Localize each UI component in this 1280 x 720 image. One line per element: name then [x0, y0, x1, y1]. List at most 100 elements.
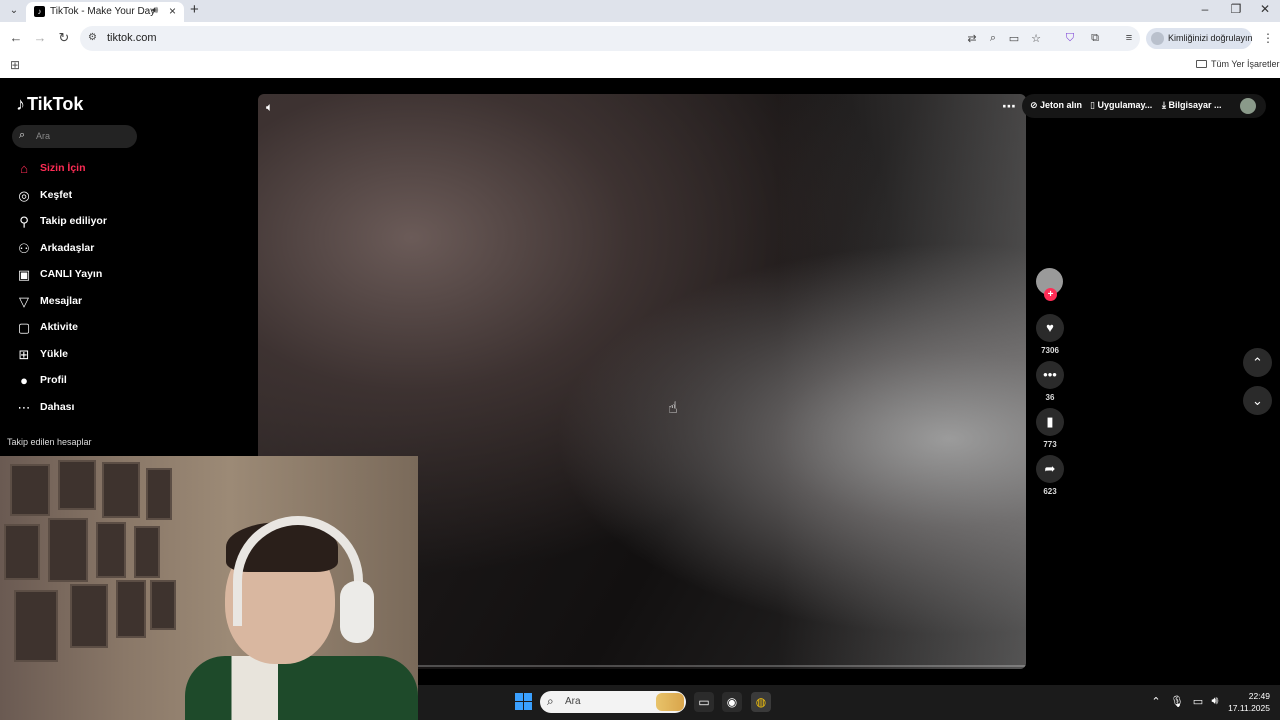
browser-menu-icon[interactable]: ⋮: [1262, 31, 1274, 45]
sidebar-item-explore[interactable]: ◎ Keşfet: [16, 185, 216, 212]
comment-button[interactable]: ••• 36: [1034, 361, 1066, 402]
bookmark-icon: ▮: [1036, 408, 1064, 436]
screen: ⌄ ♪ TikTok - Make Your Day 🔊︎ × + – ❐ ✕ …: [0, 0, 1280, 720]
new-tab-icon[interactable]: +: [190, 1, 199, 18]
search-highlight-icon: [656, 693, 684, 711]
tiktok-favicon-icon: ♪: [34, 6, 45, 17]
wall-photo-frame: [146, 468, 172, 520]
extensions-puzzle-icon[interactable]: ⧉: [1087, 32, 1103, 45]
folder-icon: [1196, 60, 1207, 68]
zoom-icon[interactable]: ⌕: [986, 32, 1000, 45]
sidebar-item-label: Takip ediliyor: [40, 215, 107, 227]
forward-icon[interactable]: →: [31, 30, 49, 45]
home-icon: ⌂: [20, 161, 28, 176]
search-icon: ⌕: [547, 694, 554, 708]
apps-grid-icon[interactable]: ⊞: [10, 58, 20, 72]
chrome-app-icon[interactable]: ◍: [751, 692, 771, 712]
tab-audio-icon[interactable]: 🔊︎: [152, 5, 158, 16]
sidebar-item-live[interactable]: ▣ CANLI Yayın: [16, 264, 216, 291]
sidebar-item-upload[interactable]: ⊞ Yükle: [16, 344, 216, 371]
previous-video-chevron-up-icon[interactable]: ⌃: [1243, 348, 1272, 377]
site-info-icon[interactable]: ⚙: [88, 32, 100, 44]
speaker-icon[interactable]: 🔊︎: [1208, 695, 1222, 708]
wall-photo-frame: [58, 460, 96, 510]
steam-app-icon[interactable]: ◉: [722, 692, 742, 712]
tiktok-note-icon: ♪: [16, 94, 25, 114]
desktop-app-label: Bilgisayar ...: [1168, 100, 1222, 110]
streamer-shirt: [185, 656, 418, 720]
video-more-icon[interactable]: ⋯: [1002, 98, 1016, 115]
share-button[interactable]: ➦ 623: [1034, 455, 1066, 496]
window-close-icon[interactable]: ✕: [1250, 2, 1280, 16]
tab-close-icon[interactable]: ×: [169, 4, 176, 18]
microphone-icon[interactable]: 🎙︎: [1170, 695, 1184, 708]
browser-tab[interactable]: ♪ TikTok - Make Your Day 🔊︎ ×: [26, 2, 184, 22]
display-icon[interactable]: ▭: [1191, 695, 1205, 708]
extension-shield-icon[interactable]: ⛉: [1062, 32, 1078, 45]
sidebar-item-label: Sizin İçin: [40, 162, 86, 174]
tab-title: TikTok - Make Your Day: [50, 6, 156, 17]
search-input[interactable]: ⌕ Ara: [12, 125, 137, 148]
compass-icon: ◎: [18, 187, 30, 203]
bookmark-star-icon[interactable]: ☆: [1029, 32, 1043, 45]
sidebar-item-for-you[interactable]: ⌂ Sizin İçin: [16, 158, 216, 185]
sidebar-item-profile[interactable]: ● Profil: [16, 370, 216, 397]
translate-icon[interactable]: ⇄: [965, 32, 979, 45]
back-icon[interactable]: ←: [7, 30, 25, 45]
logo-text: TikTok: [27, 94, 84, 114]
sidebar-item-label: Keşfet: [40, 188, 73, 201]
wall-photo-frame: [4, 524, 40, 580]
volume-icon[interactable]: 🔈︎: [266, 100, 273, 115]
sidebar-item-label: CANLI Yayın: [40, 268, 103, 280]
taskbar-clock[interactable]: 22:49 17.11.2025: [1224, 690, 1270, 714]
search-placeholder: Ara: [36, 131, 51, 141]
media-controls-icon[interactable]: ≡: [1121, 32, 1137, 44]
profile-avatar-icon: ●: [20, 373, 28, 388]
share-arrow-icon: ➦: [1036, 455, 1064, 483]
activity-icon: ▢: [17, 320, 31, 335]
browser-tab-strip: ⌄ ♪ TikTok - Make Your Day 🔊︎ × + – ❐ ✕: [0, 0, 1280, 22]
get-app-button[interactable]: ▯ Uygulamay...: [1090, 100, 1152, 111]
get-coins-button[interactable]: ⊘ Jeton alın: [1030, 100, 1082, 111]
sidebar-item-activity[interactable]: ▢ Aktivite: [16, 317, 216, 344]
minimize-icon[interactable]: –: [1190, 2, 1220, 16]
header-actions: ⊘ Jeton alın ▯ Uygulamay... ⤓ Bilgisayar…: [1022, 94, 1266, 118]
sidebar-item-friends[interactable]: ⚇ Arkadaşlar: [16, 238, 216, 265]
get-app-label: Uygulamay...: [1097, 100, 1153, 110]
taskbar-search-input[interactable]: ⌕ Ara: [540, 691, 686, 713]
share-count: 623: [1043, 487, 1057, 496]
wall-photo-frame: [70, 584, 108, 648]
sidebar-item-more[interactable]: ⋯ Dahası: [16, 397, 216, 424]
user-avatar[interactable]: [1240, 98, 1256, 114]
tray-overflow-chevron-up-icon[interactable]: ⌃: [1149, 695, 1163, 708]
next-video-chevron-down-icon[interactable]: ⌄: [1243, 386, 1272, 415]
sidebar-nav: ⌂ Sizin İçin ◎ Keşfet ⚲ Takip ediliyor ⚇ Ark…: [16, 158, 216, 423]
task-view-icon[interactable]: ▭: [694, 692, 714, 712]
sidebar-item-label: Aktivite: [40, 321, 78, 333]
profile-chip[interactable]: Kimliğinizi doğrulayın: [1146, 28, 1253, 49]
upload-icon: ⊞: [18, 346, 30, 362]
webcam-overlay: [0, 456, 418, 720]
windows-start-icon[interactable]: [515, 693, 532, 710]
wall-photo-frame: [134, 526, 160, 578]
reload-icon[interactable]: ↻: [55, 30, 73, 46]
follow-plus-icon[interactable]: +: [1044, 288, 1057, 301]
all-bookmarks-button[interactable]: Tüm Yer İşaretleri: [1196, 59, 1280, 69]
cast-icon[interactable]: ▭: [1007, 32, 1021, 45]
tiktok-logo[interactable]: ♪ TikTok: [16, 94, 83, 115]
sidebar-item-messages[interactable]: ▽ Mesajlar: [16, 291, 216, 318]
restore-icon[interactable]: ❐: [1221, 2, 1251, 16]
desktop-app-button[interactable]: ⤓ Bilgisayar ...: [1162, 100, 1222, 111]
all-bookmarks-label: Tüm Yer İşaretleri: [1211, 59, 1280, 69]
wall-photo-frame: [48, 518, 88, 582]
windows-taskbar: ⌕ Ara ▭ ◉ ◍ ⌃ 🎙︎ ▭ 🔊︎ 22:49 17.11.2025: [418, 685, 1280, 720]
address-bar[interactable]: ⚙ tiktok.com ⇄ ⌕ ▭ ☆: [80, 26, 1140, 51]
comment-count: 36: [1045, 393, 1055, 402]
save-button[interactable]: ▮ 773: [1034, 408, 1066, 449]
sidebar-item-following[interactable]: ⚲ Takip ediliyor: [16, 211, 216, 238]
tab-search-icon[interactable]: ⌄: [6, 3, 22, 19]
friends-icon: ⚇: [18, 240, 30, 256]
like-button[interactable]: ♥ 7306: [1034, 314, 1066, 355]
comment-icon: •••: [1036, 361, 1064, 389]
wall-photo-frame: [14, 590, 58, 662]
